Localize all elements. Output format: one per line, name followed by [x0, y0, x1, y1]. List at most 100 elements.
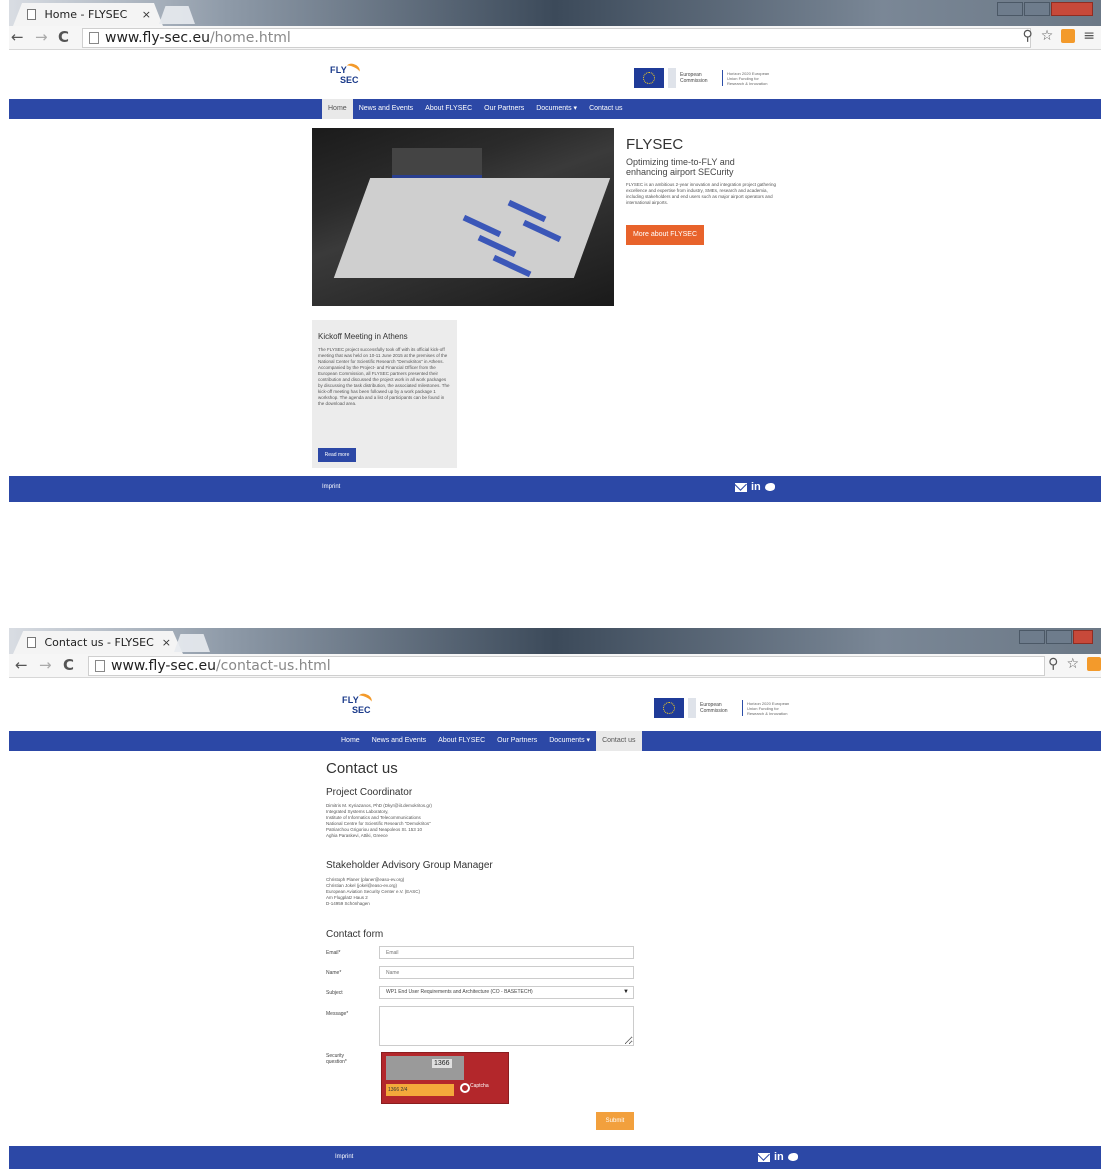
- nav-contact[interactable]: Contact us: [583, 99, 628, 119]
- nav-documents[interactable]: Documents ▾: [530, 99, 583, 119]
- footer-imprint-link[interactable]: Imprint: [335, 1154, 353, 1160]
- flysec-logo[interactable]: FLY SEC: [340, 691, 376, 720]
- nav-partners[interactable]: Our Partners: [478, 99, 530, 119]
- captcha-widget: 1366 1366 2/4 Captcha: [381, 1052, 509, 1104]
- coordinator-line: Aghia Paraskevi, Attiki, Greece: [326, 833, 388, 838]
- name-label: Name*: [326, 970, 342, 976]
- sag-details: Christoph Planer (planer@easo-ev.org) Ch…: [326, 877, 420, 907]
- nav-news[interactable]: News and Events: [366, 731, 432, 751]
- message-label: Message*: [326, 1011, 349, 1017]
- maximize-button[interactable]: [1046, 630, 1072, 644]
- tab-close-icon[interactable]: ×: [162, 636, 171, 649]
- page-icon: [27, 9, 36, 20]
- logo-sec-text: SEC: [340, 75, 359, 85]
- form-heading: Contact form: [326, 929, 384, 940]
- subject-label: Subject: [326, 990, 343, 996]
- new-tab-button[interactable]: [174, 634, 210, 652]
- extension-icon[interactable]: [1061, 29, 1076, 43]
- address-bar[interactable]: www.fly-sec.eu/contact-us.html: [88, 656, 1045, 676]
- maximize-button[interactable]: [1024, 2, 1050, 16]
- flysec-logo[interactable]: FLY SEC: [328, 61, 364, 90]
- page-icon: [95, 660, 105, 672]
- new-tab-button[interactable]: [159, 6, 195, 24]
- nav-contact[interactable]: Contact us: [596, 731, 642, 751]
- linkedin-icon[interactable]: in: [751, 481, 761, 493]
- close-window-button[interactable]: [1051, 2, 1093, 16]
- coordinator-details: Dimitris M. Kyriazanos, PhD (Dkyr@iit.de…: [326, 803, 432, 839]
- submit-button[interactable]: Submit: [596, 1112, 634, 1130]
- url-host: www.fly-sec.eu: [111, 658, 216, 674]
- sag-line: D-14959 Schönhagen: [326, 901, 370, 906]
- ec-funding-text: Horizon 2020 European Union Funding for …: [727, 70, 770, 86]
- subject-select[interactable]: WP1 End User Requirements and Architectu…: [379, 986, 634, 999]
- window-controls: [997, 2, 1093, 16]
- menu-icon[interactable]: ≡: [1083, 28, 1095, 44]
- minimize-button[interactable]: [1019, 630, 1045, 644]
- minimize-button[interactable]: [997, 2, 1023, 16]
- nav-items: Home News and Events About FLYSEC Our Pa…: [322, 99, 629, 119]
- url-path: /home.html: [209, 30, 291, 46]
- message-field[interactable]: [379, 1006, 634, 1046]
- name-field[interactable]: [379, 966, 634, 979]
- page-icon: [27, 637, 36, 648]
- tab-strip: Contact us - FLYSEC ×: [9, 628, 1101, 654]
- nav-home[interactable]: Home: [322, 99, 353, 119]
- chevron-down-icon: ▼: [623, 989, 629, 995]
- email-field[interactable]: [379, 946, 634, 959]
- url-host: www.fly-sec.eu: [105, 30, 210, 46]
- nav-about[interactable]: About FLYSEC: [432, 731, 491, 751]
- nav-home[interactable]: Home: [335, 731, 366, 751]
- footer: Imprint in: [9, 1146, 1101, 1169]
- tab-title: Home - FLYSEC: [44, 8, 128, 21]
- back-icon[interactable]: ←: [15, 656, 28, 674]
- ec-logo: European Commission Horizon 2020 Europea…: [634, 66, 777, 90]
- nav-about[interactable]: About FLYSEC: [419, 99, 478, 119]
- subject-value: WP1 End User Requirements and Architectu…: [386, 989, 533, 995]
- close-window-button[interactable]: [1073, 630, 1093, 644]
- back-icon[interactable]: ←: [11, 28, 24, 46]
- more-about-button[interactable]: More about FLYSEC: [626, 225, 704, 245]
- news-body: The FLYSEC project successfully took off…: [318, 347, 450, 406]
- tab-title: Contact us - FLYSEC: [44, 636, 154, 649]
- page-icon: [89, 32, 99, 44]
- main-navbar: Home News and Events About FLYSEC Our Pa…: [9, 99, 1101, 119]
- tab-home[interactable]: Home - FLYSEC ×: [13, 3, 163, 26]
- reload-icon[interactable]: C: [63, 656, 74, 674]
- home-intro: FLYSEC is an ambitious 2-year innovation…: [626, 182, 777, 205]
- forward-icon[interactable]: →: [39, 656, 52, 674]
- mail-icon[interactable]: [735, 482, 747, 492]
- linkedin-icon[interactable]: in: [774, 1151, 784, 1163]
- mail-icon[interactable]: [758, 1152, 770, 1162]
- nav-partners[interactable]: Our Partners: [491, 731, 543, 751]
- nav-news[interactable]: News and Events: [353, 99, 419, 119]
- tab-strip: Home - FLYSEC ×: [9, 0, 1101, 26]
- tab-close-icon[interactable]: ×: [142, 8, 151, 21]
- twitter-icon[interactable]: [764, 483, 775, 491]
- ec-logo: European Commission Horizon 2020 Europea…: [654, 696, 797, 720]
- security-label: Security question*: [326, 1053, 347, 1065]
- captcha-logo-icon: [460, 1083, 470, 1093]
- news-title: Kickoff Meeting in Athens: [318, 332, 408, 341]
- nav-items: Home News and Events About FLYSEC Our Pa…: [335, 731, 642, 751]
- forward-icon[interactable]: →: [35, 28, 48, 46]
- extension-icon[interactable]: [1087, 657, 1101, 671]
- zoom-icon[interactable]: ⚲: [1022, 28, 1032, 44]
- zoom-icon[interactable]: ⚲: [1048, 656, 1058, 672]
- footer-imprint-link[interactable]: Imprint: [322, 484, 340, 490]
- nav-documents[interactable]: Documents ▾: [543, 731, 596, 751]
- home-subtitle: Optimizing time-to-FLY and enhancing air…: [626, 157, 735, 177]
- reload-icon[interactable]: C: [58, 28, 69, 46]
- twitter-icon[interactable]: [787, 1153, 798, 1161]
- bookmark-star-icon[interactable]: ☆: [1041, 28, 1054, 44]
- bookmark-star-icon[interactable]: ☆: [1066, 656, 1079, 672]
- toolbar-right: ⚲ ☆ ≡: [1022, 28, 1095, 44]
- ec-name: European Commission: [700, 702, 728, 714]
- address-bar[interactable]: www.fly-sec.eu/home.html: [82, 28, 1031, 48]
- read-more-button[interactable]: Read more: [318, 448, 356, 462]
- ec-divider: [722, 70, 723, 86]
- captcha-input[interactable]: 1366 2/4: [386, 1084, 454, 1096]
- tab-contact[interactable]: Contact us - FLYSEC ×: [13, 631, 183, 654]
- url-path: /contact-us.html: [215, 658, 331, 674]
- browser-window-contact: Contact us - FLYSEC × ← → C www.fly-sec.…: [9, 628, 1101, 1169]
- toolbar-right: ⚲ ☆: [1048, 656, 1101, 672]
